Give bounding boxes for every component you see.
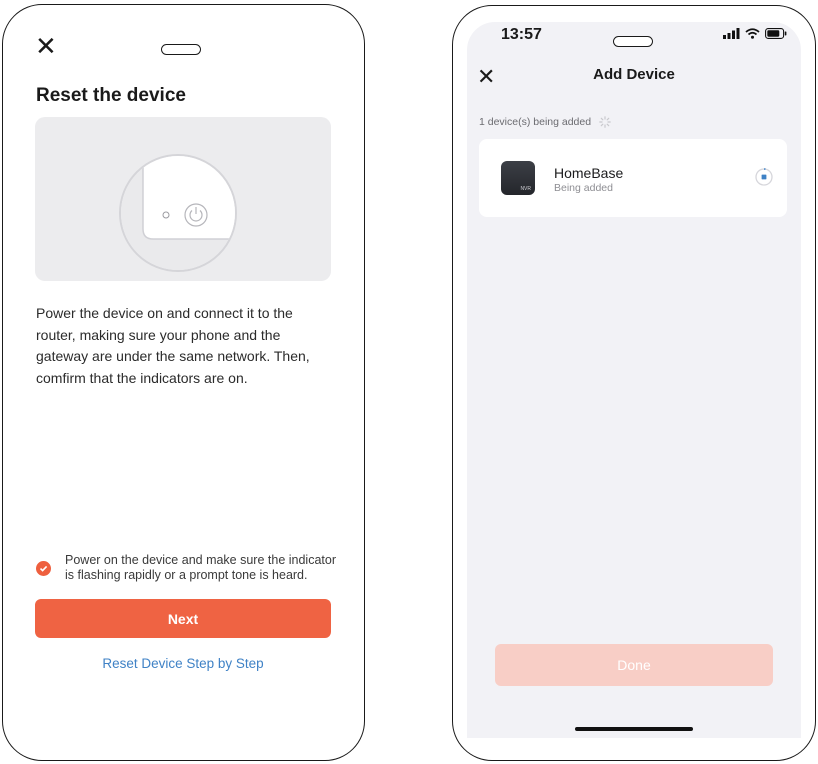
- status-icons: [723, 28, 787, 39]
- home-indicator: [575, 727, 693, 731]
- device-illustration: [35, 117, 331, 281]
- wifi-icon: [745, 28, 760, 39]
- next-button[interactable]: Next: [35, 599, 331, 638]
- signal-icon: [723, 28, 740, 39]
- reset-device-link[interactable]: Reset Device Step by Step: [35, 656, 331, 671]
- instruction-text: Power the device on and connect it to th…: [36, 305, 310, 386]
- nav-title: Add Device: [593, 66, 675, 83]
- phone-left: ✕ Reset the device Power the device on a…: [2, 4, 365, 761]
- device-card[interactable]: NVR HomeBase Being added: [479, 139, 787, 217]
- confirm-checkbox-label: Power on the device and make sure the in…: [65, 553, 336, 582]
- close-icon[interactable]: ✕: [35, 33, 57, 59]
- adding-status: 1 device(s) being added: [479, 116, 611, 128]
- status-time: 13:57: [501, 26, 542, 43]
- progress-stop-icon[interactable]: [755, 168, 773, 186]
- page-title: Reset the device: [36, 85, 186, 106]
- check-icon[interactable]: [36, 561, 51, 576]
- device-status: Being added: [554, 182, 613, 194]
- spinner-icon: [599, 116, 611, 128]
- done-button[interactable]: Done: [495, 644, 773, 686]
- device-illustration-svg: [119, 154, 237, 272]
- adding-count-label: 1 device(s) being added: [479, 116, 592, 128]
- device-thumb-label: NVR: [520, 186, 531, 192]
- device-thumbnail: NVR: [501, 161, 535, 195]
- notch: [613, 36, 653, 47]
- notch: [161, 44, 201, 55]
- battery-icon: [765, 28, 787, 39]
- device-name: HomeBase: [554, 165, 624, 181]
- add-device-screen: 13:57 ✕ Add Device 1 device(s) being add…: [467, 22, 801, 738]
- phone-right: 13:57 ✕ Add Device 1 device(s) being add…: [452, 5, 816, 761]
